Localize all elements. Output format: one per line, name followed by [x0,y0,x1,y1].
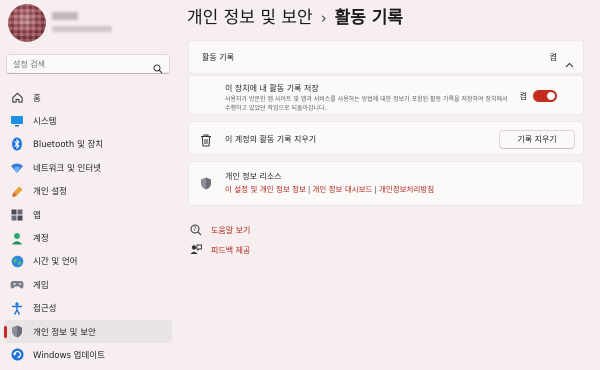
apps-icon [10,208,24,222]
sidebar-item-label: 시스템 [33,117,57,128]
sidebar-item-label: 게임 [33,280,49,291]
sidebar-item-accounts[interactable]: 계정 [4,226,172,249]
activity-history-section-header[interactable]: 활동 기록 켬 [188,40,584,74]
network-icon [10,161,24,175]
sidebar-item-label: 앱 [33,210,41,221]
breadcrumb: 개인 정보 및 보안 › 활동 기록 [187,3,403,28]
accessibility-icon [10,301,24,315]
store-activity-toggle[interactable] [533,90,557,102]
resources-links: 이 설정 및 개인 정보 정보 | 개인 정보 대시보드 | 개인정보처리방침 [225,184,434,195]
help-section: ? 도움말 보기 피드백 제공 [190,220,250,260]
sidebar-item-label: 시간 및 언어 [33,257,78,268]
chevron-up-icon[interactable] [565,53,574,72]
sidebar-item-label: 네트워크 및 인터넷 [33,163,101,174]
sidebar-item-time-language[interactable]: 시간 및 언어 [4,250,172,273]
sidebar-item-network[interactable]: 네트워크 및 인터넷 [4,156,172,179]
sidebar-item-gaming[interactable]: 게임 [4,273,172,296]
link-divider: | [307,185,311,194]
toggle-state-label: 켬 [519,92,527,101]
feedback-icon [190,244,204,256]
sidebar-item-bluetooth[interactable]: Bluetooth 및 장치 [4,133,172,156]
sidebar-item-personalization[interactable]: 개인 설정 [4,180,172,203]
sidebar-nav: 홈 시스템 Bluetooth 및 장치 네트워크 및 인터넷 개인 설정 앱 … [4,86,172,367]
breadcrumb-parent[interactable]: 개인 정보 및 보안 [187,8,313,28]
sidebar-item-apps[interactable]: 앱 [4,203,172,226]
shield-icon [200,175,212,194]
feedback-link[interactable]: 피드백 제공 [211,245,250,256]
sidebar: 홈 시스템 Bluetooth 및 장치 네트워크 및 인터넷 개인 설정 [0,0,178,370]
shield-icon [10,325,24,339]
sidebar-item-label: Windows 업데이트 [33,350,105,361]
globe-icon [10,254,24,268]
update-icon [10,348,24,362]
help-icon: ? [190,224,204,236]
get-help-item[interactable]: ? 도움말 보기 [190,220,250,240]
sidebar-item-system[interactable]: 시스템 [4,109,172,132]
section-state: 켬 [549,53,557,62]
section-title: 활동 기록 [202,53,234,62]
store-activity-description: 사용자가 방문한 앱 사이트 및 앱과 서비스를 사용하는 방법에 대한 정보가… [225,96,508,112]
search-box[interactable] [6,54,170,74]
svg-text:?: ? [193,226,196,233]
account-icon [10,231,24,245]
avatar [8,4,46,42]
privacy-settings-info-link[interactable]: 이 설정 및 개인 정보 정보 [225,185,306,194]
search-icon[interactable] [153,59,163,78]
sidebar-item-accessibility[interactable]: 접근성 [4,297,172,320]
clear-history-title: 이 계정의 활동 기록 지우기 [225,135,317,144]
feedback-item[interactable]: 피드백 제공 [190,240,250,260]
system-icon [10,114,24,128]
gaming-icon [10,278,24,292]
get-help-link[interactable]: 도움말 보기 [211,225,250,236]
brush-icon [10,184,24,198]
page-title: 활동 기록 [334,8,404,28]
privacy-dashboard-link[interactable]: 개인 정보 대시보드 [312,185,372,194]
sidebar-item-label: Bluetooth 및 장치 [33,140,104,151]
clear-history-row: 이 계정의 활동 기록 지우기 기록 지우기 [188,121,584,155]
sidebar-item-label: 홈 [33,93,41,104]
user-profile[interactable] [8,4,178,44]
search-input[interactable] [7,59,147,69]
store-activity-title: 이 장치에 내 활동 기록 저장 [225,84,319,93]
clear-history-button[interactable]: 기록 지우기 [499,130,575,149]
sidebar-item-label: 개인 정보 및 보안 [33,327,96,338]
breadcrumb-separator: › [320,9,327,27]
bluetooth-icon [10,137,24,151]
sidebar-item-label: 접근성 [33,304,57,315]
home-icon [10,91,24,105]
link-divider: | [374,185,377,194]
sidebar-item-windows-update[interactable]: Windows 업데이트 [4,343,172,366]
resources-title: 개인 정보 리소스 [225,172,282,181]
user-name-redacted [52,12,78,20]
trash-icon [200,132,212,151]
privacy-statement-link[interactable]: 개인정보처리방침 [379,185,434,194]
privacy-resources: 개인 정보 리소스 이 설정 및 개인 정보 정보 | 개인 정보 대시보드 | 개인정… [188,161,584,206]
sidebar-item-privacy-security[interactable]: 개인 정보 및 보안 [4,319,172,344]
sidebar-item-home[interactable]: 홈 [4,86,172,109]
user-email-redacted [52,26,112,32]
sidebar-item-label: 개인 설정 [33,187,67,198]
sidebar-item-label: 계정 [33,234,49,245]
store-activity-setting: 이 장치에 내 활동 기록 저장 사용자가 방문한 앱 사이트 및 앱과 서비스… [188,75,584,115]
